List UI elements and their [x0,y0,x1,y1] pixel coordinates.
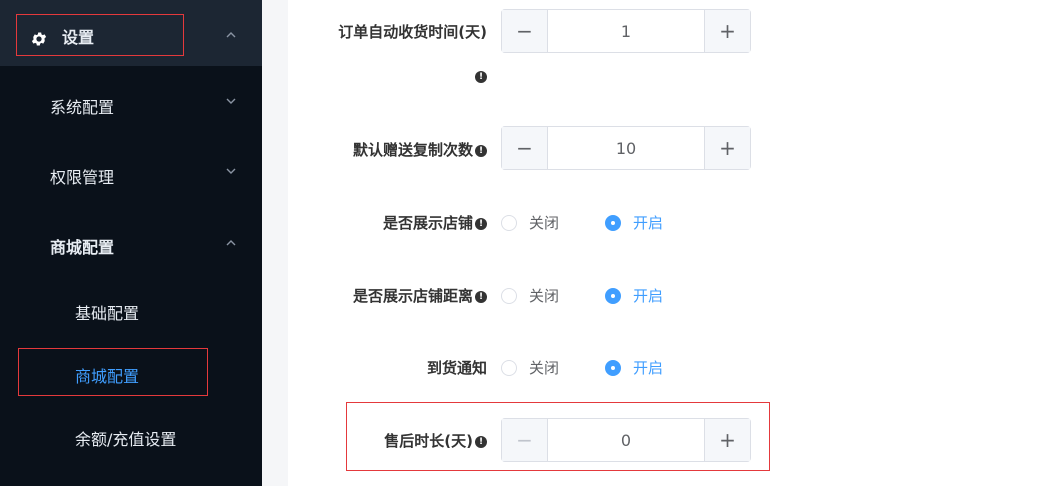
increment-button[interactable]: + [704,127,750,169]
increment-button[interactable]: + [704,419,750,461]
sidebar-item-mall-config[interactable]: 商城配置 [0,216,262,272]
auto-receive-label: 订单自动收货时间(天) [338,23,487,41]
radio-label: 开启 [633,287,664,305]
gift-copy-label: 默认赠送复制次数! [300,139,487,160]
radio-dot-selected [605,287,621,304]
sidebar-item-label: 商城配置 [50,238,115,257]
radio-dot [501,359,517,376]
radio-label: 开启 [633,214,664,232]
decrement-button[interactable]: − [502,127,548,169]
radio-dot [501,214,517,231]
sidebar-item-label: 权限管理 [50,168,115,187]
arrival-notice-on-radio[interactable]: 开启 [605,357,663,378]
stepper-value[interactable]: 10 [548,127,704,169]
radio-dot-selected [605,214,621,231]
radio-label: 关闭 [529,287,560,305]
after-sale-stepper[interactable]: − 0 + [501,418,751,462]
arrival-notice-label: 到货通知 [426,359,487,377]
show-distance-off-radio[interactable]: 关闭 [501,285,559,306]
stepper-value[interactable]: 1 [548,10,704,52]
gift-copy-stepper[interactable]: − 10 + [501,126,751,170]
show-distance-label: 是否展示店铺距离! [300,285,487,306]
radio-dot [501,287,517,304]
show-distance-on-radio[interactable]: 开启 [605,285,663,306]
content-gutter [262,0,288,486]
info-icon: ! [475,290,487,303]
decrement-button[interactable]: − [502,10,548,52]
arrival-notice-off-radio[interactable]: 关闭 [501,357,559,378]
info-icon: ! [475,144,487,157]
radio-label: 关闭 [529,214,560,232]
radio-label: 关闭 [529,359,560,377]
increment-button[interactable]: + [704,10,750,52]
sidebar-subitem-label: 商城配置 [75,367,140,386]
sidebar-subitem-balance-settings[interactable]: 余额/充值设置 [0,408,262,464]
chevron-up-icon [226,240,236,246]
sidebar-item-label: 设置 [62,28,95,47]
radio-label: 开启 [633,359,664,377]
info-icon: ! [475,70,487,83]
sidebar-item-system-config[interactable]: 系统配置 [0,76,262,132]
chevron-down-icon [226,168,236,174]
sidebar-item-settings[interactable]: 设置 [0,6,262,62]
sidebar: 设置 系统配置 权限管理 商城配置 基础配置 商城配置 余额/充值设置 [0,0,262,486]
info-icon: ! [475,435,487,448]
show-store-on-radio[interactable]: 开启 [605,212,663,233]
sidebar-subitem-label: 基础配置 [75,304,140,323]
auto-receive-stepper[interactable]: − 1 + [501,9,751,53]
sidebar-subitem-label: 余额/充值设置 [75,430,177,449]
auto-receive-info: ! [470,67,487,85]
sidebar-item-label: 系统配置 [50,98,115,117]
info-icon: ! [475,217,487,230]
gear-icon [31,32,47,46]
sidebar-subitem-basic-config[interactable]: 基础配置 [0,282,262,338]
chevron-up-icon [226,32,236,38]
show-store-off-radio[interactable]: 关闭 [501,212,559,233]
stepper-value[interactable]: 0 [548,419,704,461]
show-store-label: 是否展示店铺! [300,212,487,233]
decrement-button[interactable]: − [502,419,548,461]
sidebar-item-permission[interactable]: 权限管理 [0,146,262,202]
sidebar-subitem-mall-config[interactable]: 商城配置 [0,345,262,401]
radio-dot-selected [605,359,621,376]
after-sale-label: 售后时长(天)! [300,430,487,451]
chevron-down-icon [226,98,236,104]
